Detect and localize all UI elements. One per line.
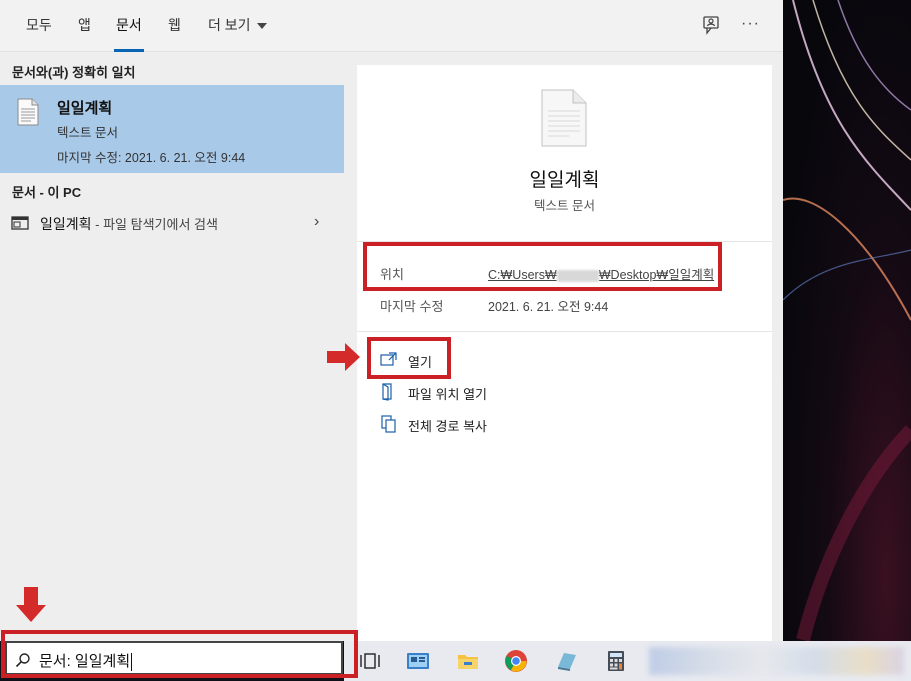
chrome-icon[interactable] [504, 649, 528, 673]
tab-web[interactable]: 웹 [168, 0, 181, 52]
text-document-icon [541, 89, 587, 152]
chevron-down-icon [256, 23, 267, 30]
app-icon[interactable] [406, 649, 430, 673]
location-path-suffix: ₩Desktop₩일일계획 [598, 268, 715, 282]
divider [357, 241, 772, 242]
search-icon [15, 652, 31, 673]
tab-bar: 모두 앱 문서 웹 더 보기 ··· [0, 0, 783, 52]
task-view-icon[interactable] [358, 649, 382, 673]
pc-result-subtitle: - 파일 탐색기에서 검색 [91, 217, 218, 232]
open-file-location-label: 파일 위치 열기 [408, 387, 487, 402]
open-icon [380, 351, 398, 372]
best-match-modified: 마지막 수정: 2021. 6. 21. 오전 9:44 [57, 151, 246, 165]
arrow-down-icon [16, 587, 46, 628]
location-label: 위치 [380, 267, 404, 282]
desktop-wallpaper [783, 0, 911, 641]
preview-title: 일일계획 [529, 170, 600, 191]
chevron-right-icon[interactable]: › [314, 213, 319, 231]
copy-full-path-action[interactable]: 전체 경로 복사 [380, 412, 540, 438]
arrow-right-icon [327, 343, 361, 376]
this-pc-result[interactable]: 일일계획 - 파일 탐색기에서 검색 › [0, 204, 344, 242]
folder-location-icon [380, 383, 398, 406]
preview-type: 텍스트 문서 [534, 199, 595, 213]
best-match-title: 일일계획 [57, 100, 113, 117]
text-cursor [131, 653, 133, 672]
search-panel: 모두 앱 문서 웹 더 보기 ··· 문서와(과) 정확히 일치 일일계획 텍스… [0, 0, 783, 641]
redacted-username [556, 269, 599, 282]
file-explorer-icon[interactable] [456, 649, 480, 673]
file-explorer-icon [11, 215, 29, 236]
text-document-icon [17, 98, 39, 131]
tab-all[interactable]: 모두 [26, 0, 52, 52]
tab-apps[interactable]: 앱 [78, 0, 91, 52]
search-input[interactable]: 문서: 일일계획 [5, 641, 343, 675]
copy-full-path-label: 전체 경로 복사 [408, 419, 487, 434]
feedback-icon[interactable] [700, 14, 722, 36]
more-options-icon[interactable]: ··· [741, 14, 763, 36]
open-action[interactable]: 열기 [380, 348, 460, 374]
calculator-icon[interactable] [604, 649, 628, 673]
taskbar [344, 641, 911, 681]
tab-more[interactable]: 더 보기 [208, 0, 267, 52]
search-query: 문서: 일일계획 [39, 653, 131, 670]
open-action-label: 열기 [408, 355, 432, 370]
copy-icon [380, 415, 398, 438]
app-icon[interactable] [554, 649, 578, 673]
best-match-heading: 문서와(과) 정확히 일치 [12, 65, 136, 80]
location-path-prefix: C:₩Users₩ [488, 268, 557, 282]
blurred-tray-icons [649, 647, 904, 675]
best-match-type: 텍스트 문서 [57, 126, 118, 140]
modified-value: 2021. 6. 21. 오전 9:44 [488, 300, 609, 314]
this-pc-heading: 문서 - 이 PC [12, 185, 82, 200]
pc-result-name: 일일계획 [40, 216, 92, 232]
divider [357, 331, 772, 332]
location-path-link[interactable]: C:₩Users₩ ₩Desktop₩일일계획 [488, 264, 714, 283]
tab-documents[interactable]: 문서 [114, 0, 144, 52]
preview-pane: 일일계획 텍스트 문서 위치 C:₩Users₩ ₩Desktop₩일일계획 마지… [357, 65, 772, 641]
open-file-location-action[interactable]: 파일 위치 열기 [380, 380, 540, 406]
best-match-result[interactable]: 일일계획 텍스트 문서 마지막 수정: 2021. 6. 21. 오전 9:44 [0, 85, 344, 173]
tab-more-label: 더 보기 [208, 17, 251, 33]
modified-label: 마지막 수정 [380, 299, 444, 314]
